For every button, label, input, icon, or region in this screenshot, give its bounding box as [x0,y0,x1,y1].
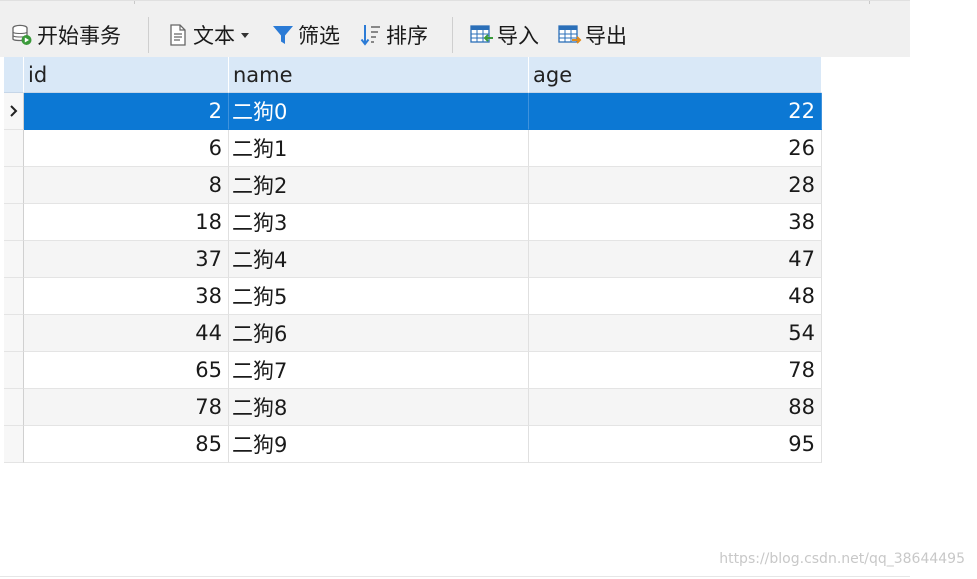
cell-id[interactable]: 44 [24,315,229,352]
cell-name[interactable]: 二狗5 [229,278,529,315]
export-button[interactable]: 导出 [558,19,627,51]
table-row[interactable]: 38 二狗5 48 [4,278,822,315]
cell-name[interactable]: 二狗9 [229,426,529,463]
table-row[interactable]: 44 二狗6 54 [4,315,822,352]
table-row[interactable]: 2 二狗0 22 [4,93,822,130]
cell-age[interactable]: 48 [529,278,822,315]
navicat-table-view: 开始事务 文本 筛选 排序 导入 导出 id name age 2 二狗0 22… [0,0,977,579]
row-indicator [4,352,24,389]
cell-name[interactable]: 二狗2 [229,167,529,204]
cell-age[interactable]: 54 [529,315,822,352]
cell-id[interactable]: 37 [24,241,229,278]
grid-header-row: id name age [4,57,822,93]
cell-id[interactable]: 6 [24,130,229,167]
cell-age[interactable]: 95 [529,426,822,463]
cell-age[interactable]: 88 [529,389,822,426]
row-indicator [4,204,24,241]
cell-id[interactable]: 38 [24,278,229,315]
cell-age[interactable]: 38 [529,204,822,241]
cell-name[interactable]: 二狗4 [229,241,529,278]
table-export-icon [558,23,582,47]
cell-id[interactable]: 65 [24,352,229,389]
database-transaction-icon [10,23,34,47]
cell-name[interactable]: 二狗0 [229,93,529,130]
cell-age[interactable]: 22 [529,93,822,130]
toolbar-tab-edge [134,1,870,4]
column-header-name[interactable]: name [229,57,529,93]
cell-age[interactable]: 28 [529,167,822,204]
cell-id[interactable]: 78 [24,389,229,426]
row-indicator [4,278,24,315]
cell-age[interactable]: 26 [529,130,822,167]
document-text-icon [166,23,190,47]
begin-transaction-button[interactable]: 开始事务 [10,19,121,51]
table-row[interactable]: 65 二狗7 78 [4,352,822,389]
cell-age[interactable]: 78 [529,352,822,389]
data-grid: id name age 2 二狗0 22 6 二狗1 26 8 二狗2 28 1 [4,57,822,463]
cell-name[interactable]: 二狗1 [229,130,529,167]
cell-age[interactable]: 47 [529,241,822,278]
import-label: 导入 [497,24,539,48]
watermark-text: https://blog.csdn.net/qq_38644495 [719,551,965,567]
row-indicator [4,241,24,278]
cell-name[interactable]: 二狗3 [229,204,529,241]
text-view-label: 文本 [193,24,235,48]
row-indicator [4,426,24,463]
table-row[interactable]: 78 二狗8 88 [4,389,822,426]
row-indicator [4,130,24,167]
cell-id[interactable]: 85 [24,426,229,463]
row-indicator [4,389,24,426]
text-view-button[interactable]: 文本 [166,19,249,51]
column-header-age[interactable]: age [529,57,822,93]
toolbar-separator [148,17,149,53]
table-row[interactable]: 8 二狗2 28 [4,167,822,204]
cell-name[interactable]: 二狗6 [229,315,529,352]
table-row[interactable]: 6 二狗1 26 [4,130,822,167]
table-row[interactable]: 37 二狗4 47 [4,241,822,278]
table-row[interactable]: 85 二狗9 95 [4,426,822,463]
toolbar-separator [452,17,453,53]
row-indicator [4,167,24,204]
toolbar: 开始事务 文本 筛选 排序 导入 导出 [0,0,910,57]
row-indicator [4,315,24,352]
table-import-icon [470,23,494,47]
current-row-arrow-icon [4,93,24,130]
sort-icon [359,23,383,47]
cell-id[interactable]: 2 [24,93,229,130]
cell-name[interactable]: 二狗8 [229,389,529,426]
filter-button[interactable]: 筛选 [271,19,340,51]
column-header-id[interactable]: id [24,57,229,93]
cell-id[interactable]: 18 [24,204,229,241]
import-button[interactable]: 导入 [470,19,539,51]
table-row[interactable]: 18 二狗3 38 [4,204,822,241]
filter-funnel-icon [271,23,295,47]
begin-transaction-label: 开始事务 [37,24,121,48]
export-label: 导出 [585,24,627,48]
chevron-down-icon[interactable] [241,32,249,38]
cell-name[interactable]: 二狗7 [229,352,529,389]
row-indicator-header [4,57,24,93]
cell-id[interactable]: 8 [24,167,229,204]
filter-label: 筛选 [298,24,340,48]
bottom-divider [0,576,910,577]
sort-button[interactable]: 排序 [359,19,428,51]
sort-label: 排序 [386,24,428,48]
